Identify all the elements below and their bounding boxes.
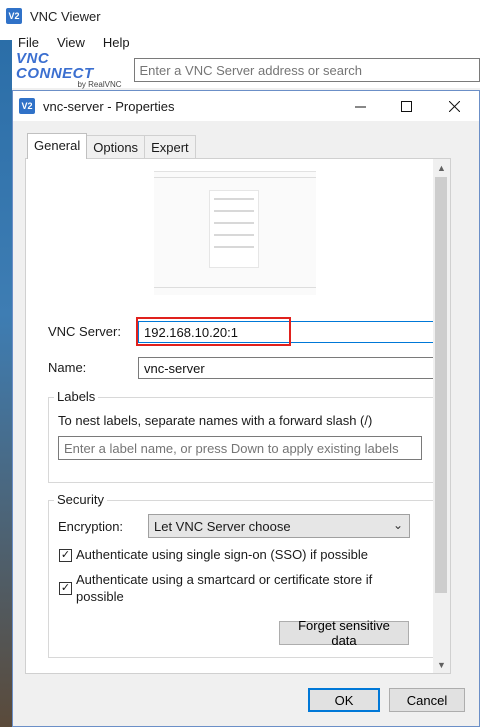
main-window-title: VNC Viewer xyxy=(30,8,101,24)
vertical-scrollbar[interactable]: ▲ ▼ xyxy=(433,159,450,673)
menubar: File View Help xyxy=(0,32,480,52)
chevron-down-icon: ⌄ xyxy=(392,518,403,532)
ok-button[interactable]: OK xyxy=(308,688,380,712)
labels-note: To nest labels, separate names with a fo… xyxy=(58,413,373,428)
preview-line xyxy=(214,198,254,200)
highlight-annotation xyxy=(136,317,291,346)
encryption-value: Let VNC Server choose xyxy=(154,519,291,534)
desktop-background xyxy=(0,40,12,727)
dialog-title: vnc-server - Properties xyxy=(43,98,175,114)
smartcard-label-line1: Authenticate using a smartcard or certif… xyxy=(76,572,373,587)
preview-taskbar xyxy=(154,287,316,295)
brand-sub-text: by RealVNC xyxy=(77,80,122,89)
tab-expert[interactable]: Expert xyxy=(144,135,196,159)
minimize-icon[interactable] xyxy=(337,91,383,121)
preview-line xyxy=(214,234,254,236)
label-input[interactable] xyxy=(58,436,422,460)
preview-menubar xyxy=(154,172,316,178)
menu-file[interactable]: File xyxy=(18,35,39,50)
dialog-titlebar: V2 vnc-server - Properties xyxy=(13,91,479,121)
sso-label: Authenticate using single sign-on (SSO) … xyxy=(76,547,368,562)
tab-general[interactable]: General xyxy=(27,133,88,159)
security-group-title: Security xyxy=(54,492,107,507)
toolbar: VNC CONNECT by RealVNC xyxy=(12,51,480,89)
smartcard-label-line2: possible xyxy=(76,589,124,604)
encryption-select[interactable]: Let VNC Server choose ⌄ xyxy=(148,514,410,538)
general-tab-panel: VNC Server: Name: Labels To nest labels,… xyxy=(25,158,451,674)
name-label: Name: xyxy=(48,360,87,375)
address-search-input[interactable] xyxy=(133,58,480,82)
close-icon[interactable] xyxy=(431,91,477,121)
smartcard-checkbox[interactable]: ✓ xyxy=(59,582,72,595)
vnc-viewer-logo-icon: V2 xyxy=(19,98,35,114)
preview-line xyxy=(214,222,254,224)
properties-dialog: V2 vnc-server - Properties General Optio… xyxy=(12,90,480,727)
preview-line xyxy=(214,246,254,248)
labels-group-title: Labels xyxy=(54,389,99,404)
brand-main-text: VNC CONNECT xyxy=(16,50,94,82)
vnc-viewer-window: V2 VNC Viewer File View Help VNC CONNECT… xyxy=(0,0,480,727)
name-input[interactable] xyxy=(138,357,434,379)
vnc-connect-logo: VNC CONNECT by RealVNC xyxy=(16,51,128,89)
preview-line xyxy=(214,210,254,212)
menu-view[interactable]: View xyxy=(57,35,85,50)
maximize-icon[interactable] xyxy=(383,91,429,121)
preview-form xyxy=(209,190,259,268)
sso-checkbox[interactable]: ✓ xyxy=(59,549,72,562)
scroll-up-icon[interactable]: ▲ xyxy=(433,159,450,176)
cancel-button[interactable]: Cancel xyxy=(389,688,465,712)
tab-options[interactable]: Options xyxy=(86,135,146,159)
forget-sensitive-data-button[interactable]: Forget sensitive data xyxy=(279,618,409,648)
tab-strip: General Options Expert xyxy=(27,133,196,159)
menu-help[interactable]: Help xyxy=(103,35,130,50)
scroll-down-icon[interactable]: ▼ xyxy=(433,656,450,673)
desktop-preview-thumbnail xyxy=(154,171,316,295)
vnc-server-label: VNC Server: xyxy=(48,324,121,339)
vnc-viewer-logo-icon: V2 xyxy=(6,8,22,24)
scrollbar-thumb[interactable] xyxy=(435,177,447,593)
main-titlebar: V2 VNC Viewer xyxy=(0,0,480,32)
encryption-label: Encryption: xyxy=(58,519,124,534)
